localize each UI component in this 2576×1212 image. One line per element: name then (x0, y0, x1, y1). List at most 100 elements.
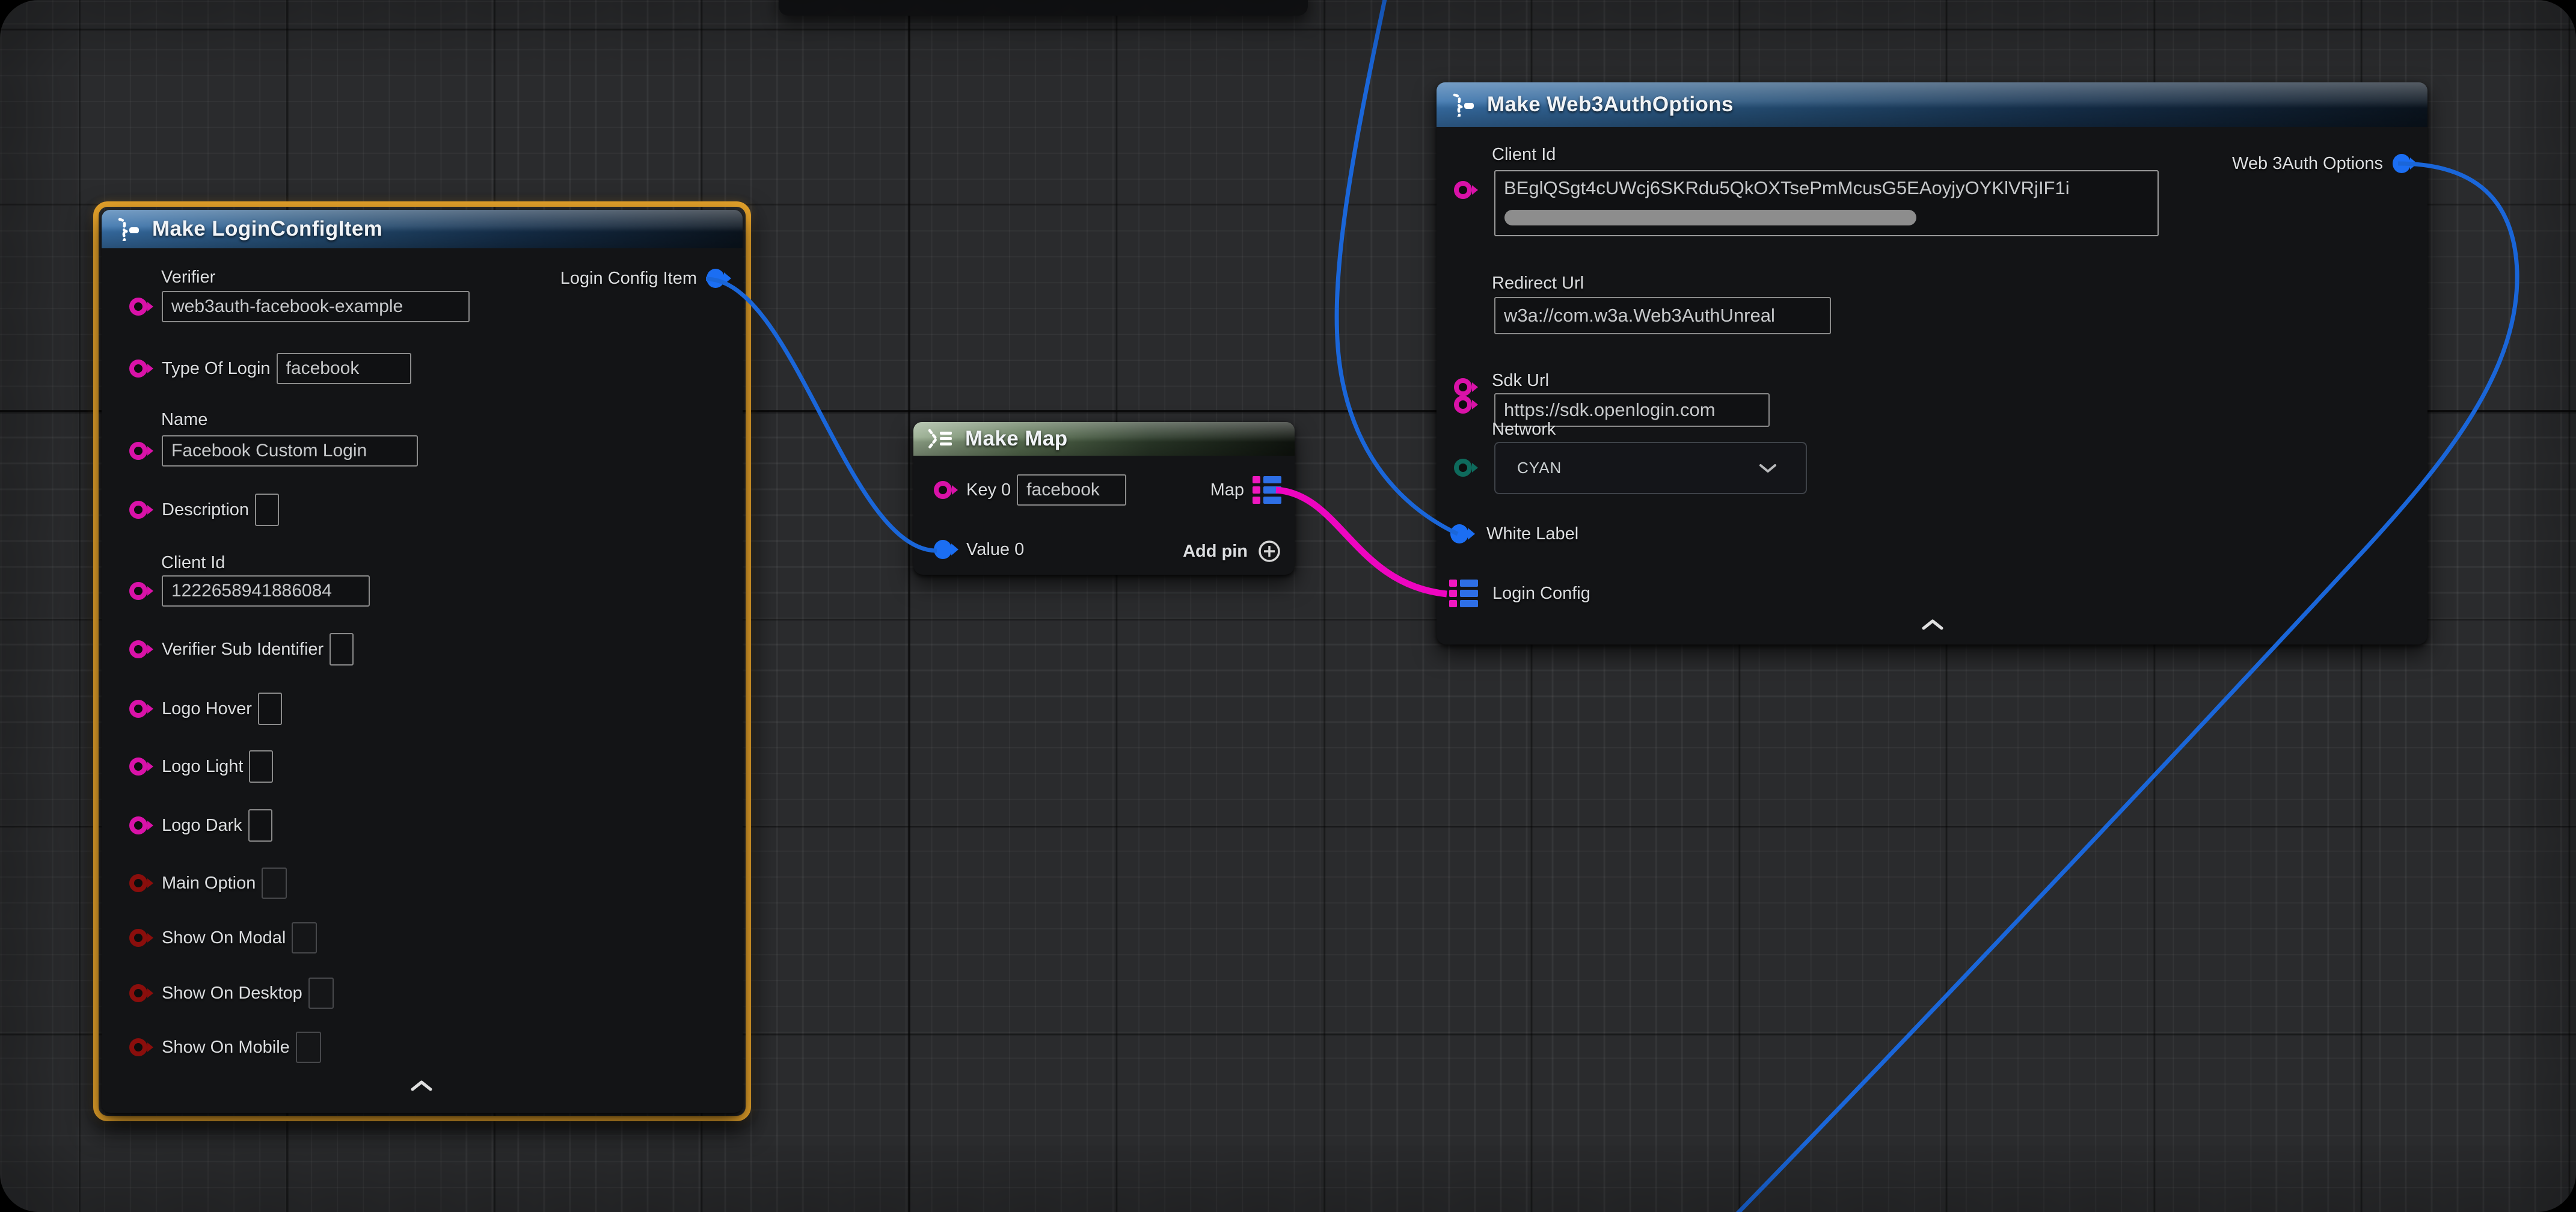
field-row-verifier: web3auth-facebook-example (128, 291, 470, 322)
field-label-redirect-url: Redirect Url (1492, 274, 1584, 293)
node-header[interactable]: Make Web3AuthOptions (1437, 82, 2427, 127)
collapse-node-chevron[interactable] (1921, 618, 1945, 631)
string-pin-icon (128, 636, 156, 663)
client-id-input[interactable]: BEglQSgt4cUWcj6SKRdu5QkOXTsePmMcusG5EAoy… (1494, 170, 2159, 236)
field-label-verifier: Verifier (161, 268, 215, 287)
logo-hover-input[interactable] (258, 693, 282, 725)
blueprint-graph-canvas[interactable]: Make LoginConfigItem Login Config Item V… (0, 0, 2576, 1212)
field-label: Value 0 (966, 540, 1024, 560)
field-label-network: Network (1492, 420, 1556, 439)
logo-light-pin[interactable] (128, 753, 156, 780)
grid-origin-axis-vertical (908, 0, 910, 1212)
field-label: Logo Light (162, 757, 243, 777)
field-label: Key 0 (966, 480, 1011, 500)
field-row-logo-dark: Logo Dark (128, 809, 272, 842)
verifier-sub-identifier-input[interactable] (330, 633, 354, 666)
type-of-login-input[interactable]: facebook (277, 353, 411, 384)
make-map-icon (927, 428, 954, 450)
string-pin-icon (128, 696, 156, 722)
string-pin-icon (128, 753, 156, 780)
node-make-map[interactable]: Make Map Key 0 facebook Map Value 0 Add … (913, 422, 1295, 575)
logo-dark-pin[interactable] (128, 812, 156, 839)
bool-pin-icon (128, 980, 156, 1006)
add-pin-row[interactable]: Add pin (1183, 538, 1283, 565)
output-row-map: Map (1210, 476, 1283, 504)
field-label: Verifier Sub Identifier (162, 640, 324, 660)
logo-dark-input[interactable] (248, 809, 272, 842)
field-label: White Label (1486, 524, 1578, 544)
logo-hover-pin[interactable] (128, 696, 156, 722)
chevron-down-icon (1759, 464, 1777, 473)
field-label: Main Option (162, 874, 256, 893)
wire-map-to-login-config[interactable] (1276, 490, 1447, 594)
node-header[interactable]: Make LoginConfigItem (102, 210, 743, 248)
string-pin-icon (933, 477, 960, 503)
network-dropdown[interactable]: CYAN (1494, 442, 1807, 494)
node-make-web3authoptions[interactable]: Make Web3AuthOptions Web 3Auth Options C… (1437, 82, 2427, 644)
output-pin-label: Login Config Item (560, 269, 697, 289)
field-label-name: Name (161, 410, 207, 430)
show-on-desktop-pin[interactable] (128, 980, 156, 1006)
show-on-modal-pin[interactable] (128, 925, 156, 951)
show-on-desktop-checkbox[interactable] (308, 978, 334, 1009)
client-id-input[interactable]: 1222658941886084 (162, 575, 370, 607)
verifier-input[interactable]: web3auth-facebook-example (162, 291, 470, 322)
field-row-white-label: White Label (1449, 521, 1578, 547)
collapse-node-chevron[interactable] (409, 1079, 434, 1092)
client-id-input-scrollbar[interactable] (1504, 210, 1916, 225)
sdk-url-pin[interactable] (1453, 391, 1480, 418)
field-row-logo-hover: Logo Hover (128, 693, 282, 725)
string-pin-icon (1453, 391, 1480, 418)
make-struct-icon (115, 217, 141, 241)
field-label: Show On Modal (162, 928, 286, 948)
name-input[interactable]: Facebook Custom Login (162, 435, 418, 467)
verifier-sub-identifier-pin[interactable] (128, 636, 156, 663)
field-row-description: Description (128, 494, 279, 526)
show-on-mobile-pin[interactable] (128, 1034, 156, 1060)
node-header[interactable]: Make Map (913, 422, 1295, 456)
field-label: Login Config (1492, 584, 1590, 604)
field-row-type-of-login: Type Of Login facebook (128, 353, 411, 384)
description-input[interactable] (255, 494, 279, 526)
key0-input[interactable]: facebook (1017, 474, 1126, 506)
string-pin-icon (128, 578, 156, 604)
show-on-modal-checkbox[interactable] (292, 922, 317, 953)
client-id-pin[interactable] (1453, 177, 1480, 203)
add-pin-label: Add pin (1183, 542, 1248, 562)
field-row-show-on-modal: Show On Modal (128, 922, 317, 953)
main-option-checkbox[interactable] (262, 868, 287, 899)
node-selection-outline: Make LoginConfigItem Login Config Item V… (93, 201, 751, 1121)
chevron-up-icon (1921, 618, 1945, 631)
description-pin[interactable] (128, 497, 156, 523)
field-row-client-id: 1222658941886084 (128, 575, 370, 607)
node-make-loginconfigitem[interactable]: Make LoginConfigItem Login Config Item V… (102, 210, 743, 1113)
bool-pin-icon (128, 870, 156, 896)
bool-pin-icon (128, 925, 156, 951)
output-row-web3auth-options: Web 3Auth Options (2232, 149, 2419, 178)
name-pin[interactable] (128, 438, 156, 464)
field-label-client-id: Client Id (161, 553, 225, 573)
network-pin[interactable] (1453, 454, 1480, 481)
login-config-pin[interactable] (1449, 580, 1479, 607)
redirect-url-input[interactable]: w3a://com.w3a.Web3AuthUnreal (1494, 297, 1831, 334)
make-struct-icon (1450, 93, 1476, 117)
partial-node-top[interactable] (779, 0, 1308, 16)
field-label: Show On Mobile (162, 1038, 290, 1057)
key0-pin[interactable] (933, 477, 960, 503)
type-of-login-pin[interactable] (128, 355, 156, 382)
network-dropdown-value: CYAN (1495, 459, 1562, 477)
verifier-pin[interactable] (128, 293, 156, 320)
string-pin-icon (128, 293, 156, 320)
show-on-mobile-checkbox[interactable] (296, 1032, 321, 1063)
field-label: Logo Dark (162, 816, 242, 836)
logo-light-input[interactable] (249, 750, 273, 783)
string-pin-icon (1453, 177, 1480, 203)
client-id-value: BEglQSgt4cUWcj6SKRdu5QkOXTsePmMcusG5EAoy… (1495, 171, 2157, 199)
client-id-pin[interactable] (128, 578, 156, 604)
field-row-verifier-sub-identifier: Verifier Sub Identifier (128, 633, 354, 666)
main-option-pin[interactable] (128, 870, 156, 896)
field-row-login-config: Login Config (1449, 580, 1590, 607)
string-pin-icon (128, 438, 156, 464)
string-pin-icon (128, 355, 156, 382)
field-label-sdk-url: Sdk Url (1492, 371, 1549, 391)
